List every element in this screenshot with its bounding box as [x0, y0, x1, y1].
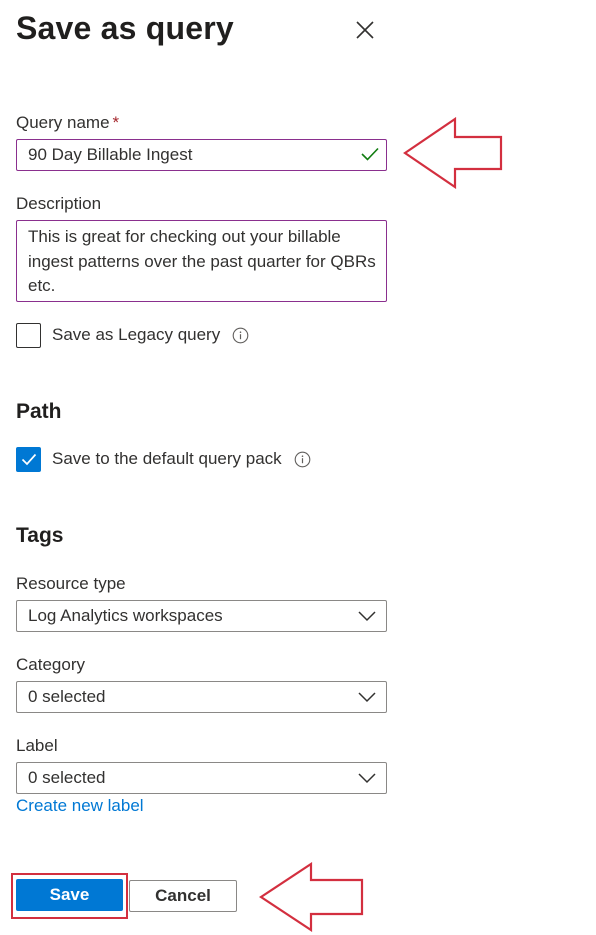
info-icon[interactable] — [232, 327, 249, 344]
chevron-down-icon — [358, 611, 376, 622]
save-button[interactable]: Save — [16, 879, 123, 911]
legacy-query-label: Save as Legacy query — [52, 325, 221, 344]
annotation-arrow-icon — [259, 862, 364, 932]
legacy-query-row: Save as Legacy query — [16, 322, 249, 348]
cancel-button[interactable]: Cancel — [129, 880, 237, 912]
annotation-arrow-icon — [403, 117, 503, 189]
checkmark-icon — [21, 453, 36, 465]
category-value: 0 selected — [28, 687, 106, 706]
default-pack-checkbox[interactable] — [16, 446, 41, 472]
query-name-label-text: Query name — [16, 113, 110, 132]
default-pack-row: Save to the default query pack — [16, 446, 311, 472]
panel-title: Save as query — [16, 10, 234, 46]
description-value: This is great for checking out your bill… — [28, 227, 376, 295]
description-label: Description — [16, 194, 102, 213]
label-dropdown[interactable]: 0 selected — [16, 762, 387, 794]
query-name-input[interactable]: 90 Day Billable Ingest — [16, 139, 387, 171]
resource-type-value: Log Analytics workspaces — [28, 606, 223, 625]
required-asterisk: * — [112, 113, 120, 132]
default-pack-label: Save to the default query pack — [52, 449, 282, 468]
resource-type-label: Resource type — [16, 574, 126, 593]
description-textarea[interactable]: This is great for checking out your bill… — [16, 220, 387, 302]
tags-heading: Tags — [16, 524, 64, 547]
legacy-query-checkbox[interactable] — [16, 322, 41, 348]
close-icon[interactable] — [352, 17, 378, 43]
category-label: Category — [16, 655, 85, 674]
chevron-down-icon — [358, 773, 376, 784]
category-dropdown[interactable]: 0 selected — [16, 681, 387, 713]
resource-type-dropdown[interactable]: Log Analytics workspaces — [16, 600, 387, 632]
query-name-label: Query name * — [16, 113, 119, 133]
label-value: 0 selected — [28, 768, 106, 787]
info-icon[interactable] — [294, 451, 311, 468]
create-new-label-link[interactable]: Create new label — [16, 796, 144, 816]
chevron-down-icon — [358, 692, 376, 703]
path-heading: Path — [16, 400, 62, 423]
label-field-label: Label — [16, 736, 58, 755]
valid-check-icon — [361, 147, 379, 161]
query-name-value: 90 Day Billable Ingest — [28, 145, 193, 164]
